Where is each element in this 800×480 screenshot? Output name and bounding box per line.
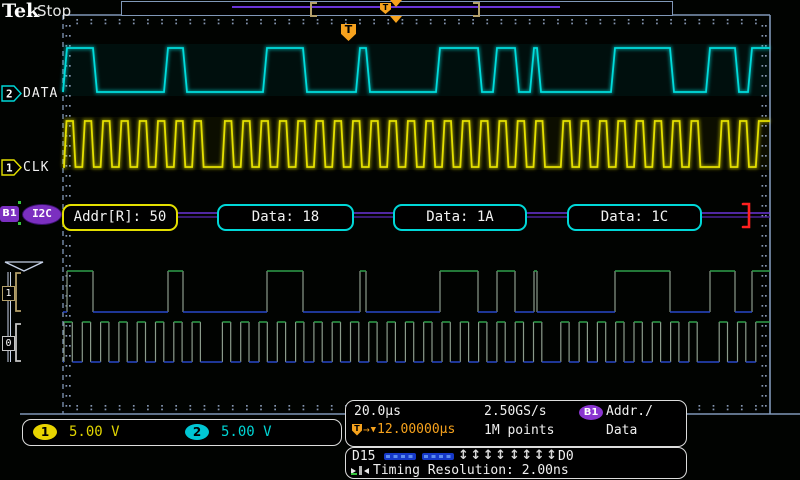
oscilloscope-screen: Tek Stop T T 2 DATA 1 CLK B1 I2C 1 0 Add… (0, 0, 800, 480)
expansion-point-record-icon (390, 0, 402, 7)
acquisition-status: Stop (37, 2, 71, 20)
bus-type-badge: I2C (22, 204, 62, 225)
expansion-point-icon (390, 16, 402, 23)
bus-decode-data-box: Data: 1A (393, 204, 527, 231)
timing-resolution-icon (351, 465, 370, 476)
d7-d4-activity-icon: ↕↕↕↕ (458, 448, 508, 463)
timebase: 20.0µs (354, 404, 401, 419)
ch1-scale: 5.00 V (69, 424, 120, 440)
d0-channel-label: 0 (2, 336, 15, 351)
b1-badge: B1 (579, 405, 603, 420)
vertical-scale-readout: 1 5.00 V 2 5.00 V (22, 419, 342, 446)
d1-channel-label: 1 (2, 286, 15, 301)
bus-name-line2: Data (606, 423, 637, 438)
bus-decode-addr-box: Addr[R]: 50 (62, 204, 178, 231)
window-bracket-left-icon (310, 2, 317, 17)
d11-d8-state-bar (422, 453, 454, 460)
bus-decode-data-box: Data: 1C (567, 204, 702, 231)
d15-label: D15 (352, 449, 375, 464)
timing-resolution: Timing Resolution: 2.00ns (373, 463, 569, 478)
bus-range-dot-bottom (18, 222, 21, 225)
svg-text:2: 2 (6, 88, 13, 101)
d3-d0-activity-icon: ↕↕↕↕ (509, 448, 559, 463)
tek-logo: Tek (2, 0, 39, 22)
sample-rate: 2.50GS/s (484, 404, 547, 419)
trigger-triangle-icon: ▼ (371, 425, 376, 435)
d15-d12-state-bar (384, 453, 416, 460)
trigger-position-readout: T→▼12.00000µs (352, 422, 455, 437)
ch1-badge: 1 (33, 424, 57, 440)
trigger-position-value: 12.00000µs (377, 422, 455, 437)
trigger-arrow-icon: → (363, 423, 370, 436)
bus-b1-marker: B1 (0, 206, 19, 222)
d0-label: D0 (558, 449, 574, 464)
digital-group-indicator (0, 255, 50, 370)
bus-decode-data-box: Data: 18 (217, 204, 354, 231)
svg-text:1: 1 (6, 162, 13, 175)
digital-readout: D15 ↕↕↕↕ ↕↕↕↕ D0 Timing Resolution: 2.00… (345, 447, 687, 479)
ch2-label: DATA (23, 86, 58, 101)
ch2-marker: 2 (1, 85, 23, 103)
record-length: 1M points (484, 423, 554, 438)
bus-name-line1: Addr./ (606, 404, 653, 419)
ch1-marker: 1 (1, 159, 23, 177)
ch1-label: CLK (23, 160, 49, 175)
horizontal-readout: 20.0µs T→▼12.00000µs 2.50GS/s 1M points … (345, 400, 687, 447)
ch2-badge: 2 (185, 424, 209, 440)
trigger-t-icon: T (352, 424, 362, 436)
bus-range-dot-top (18, 201, 21, 204)
ch2-scale: 5.00 V (221, 424, 272, 440)
window-bracket-right-icon (473, 2, 480, 17)
